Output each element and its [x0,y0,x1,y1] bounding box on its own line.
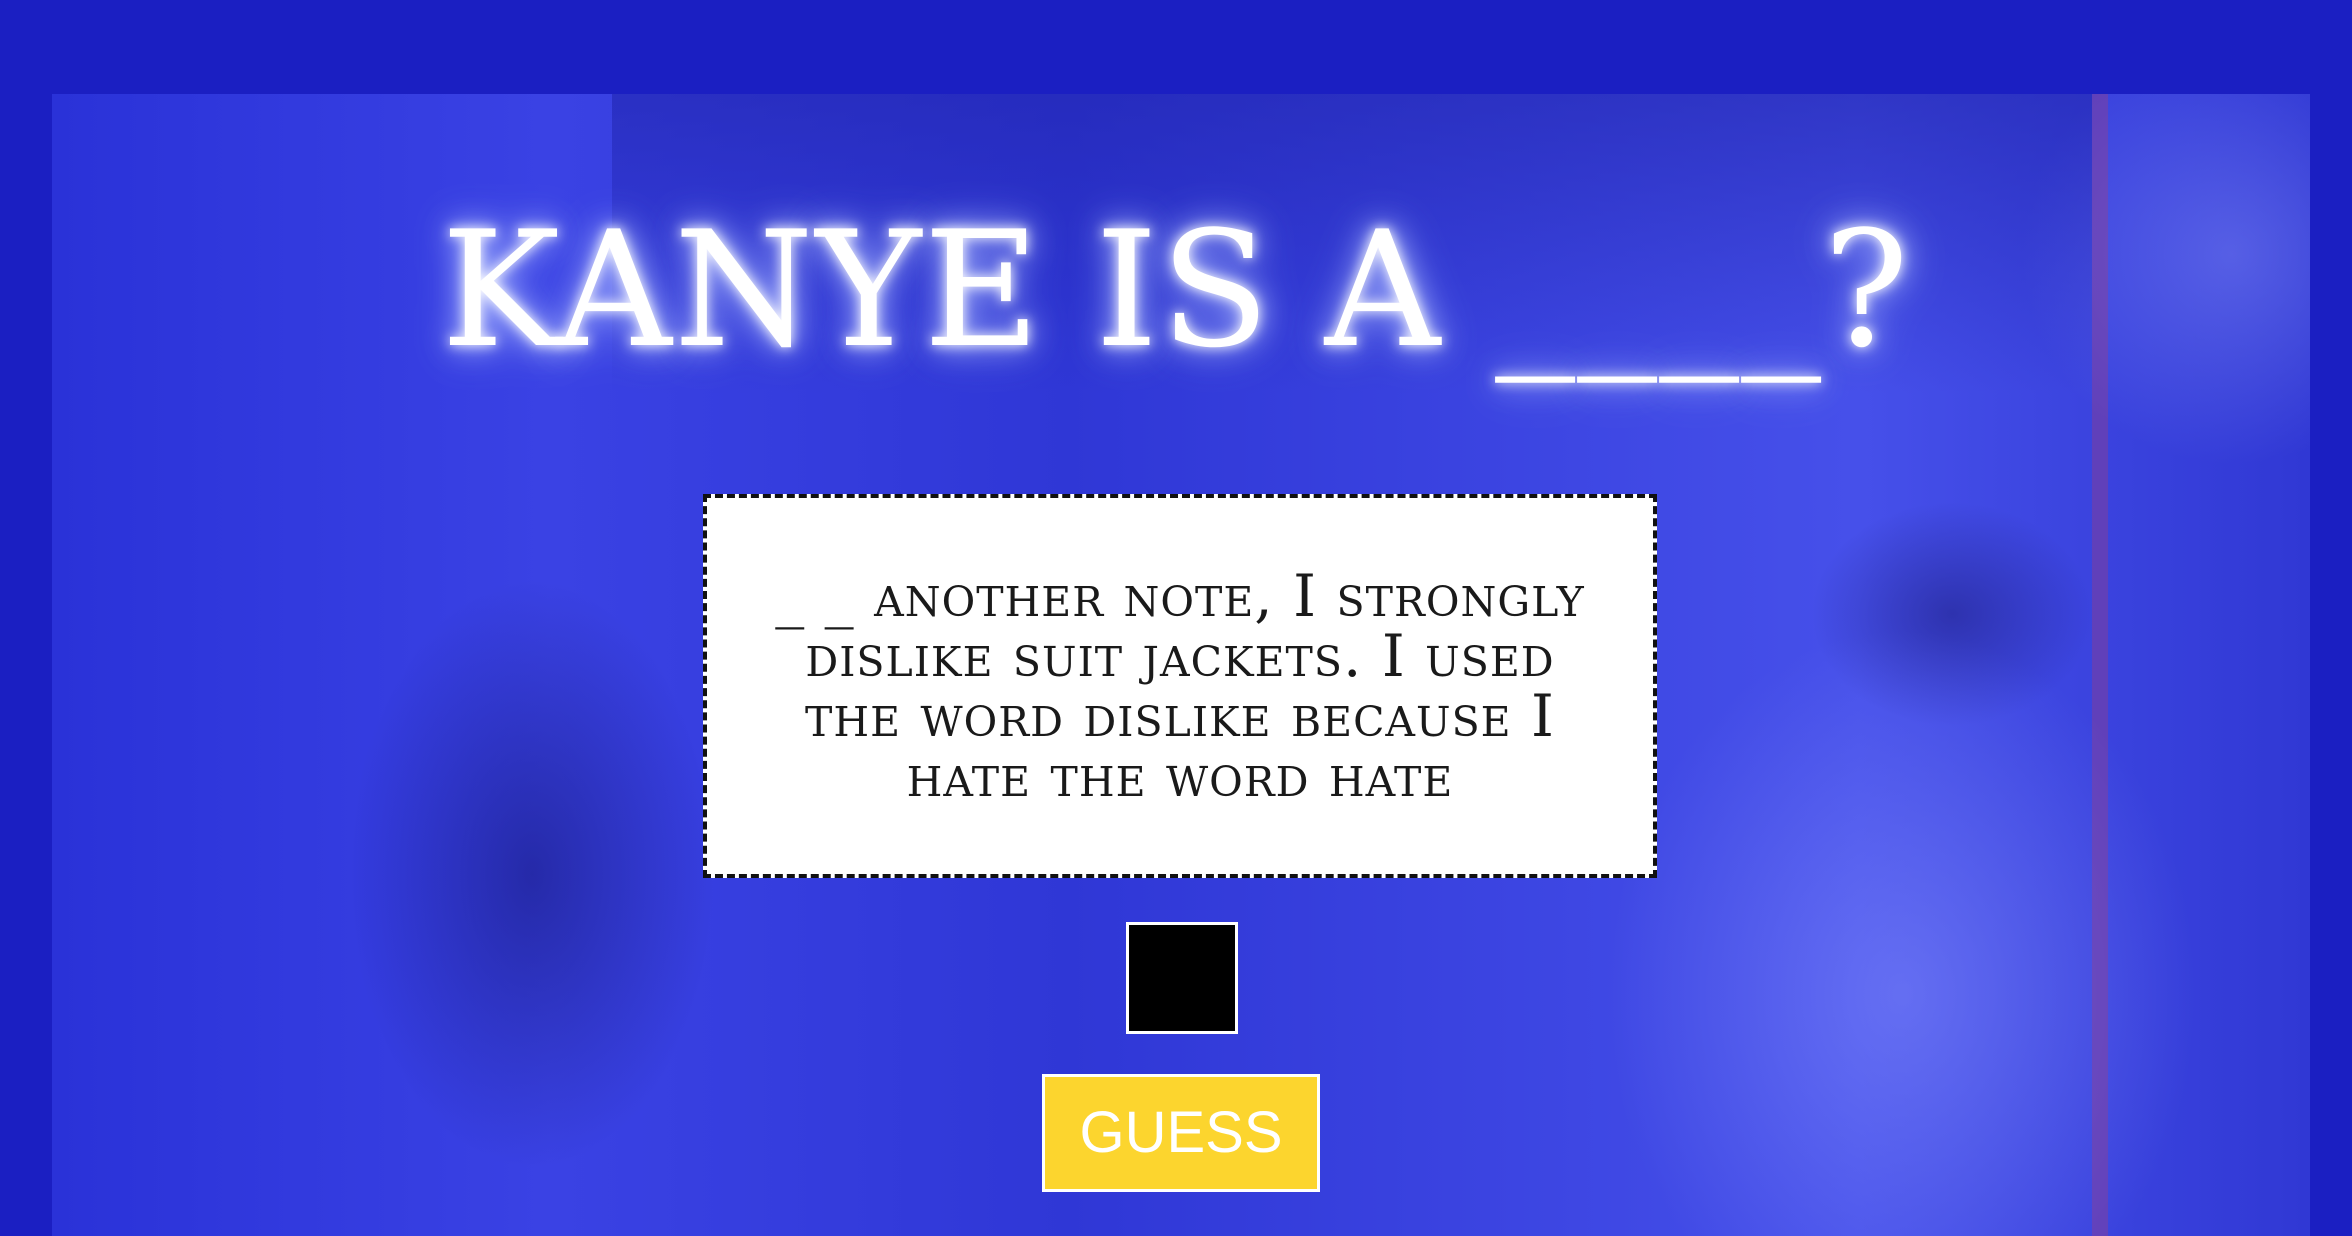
guess-button[interactable]: GUESS [1042,1074,1320,1192]
game-page: KANYE IS A ____? _ _ another note, I str… [0,0,2352,1236]
answer-input[interactable] [1126,922,1238,1034]
page-title: KANYE IS A ____? [441,196,1911,383]
quote-text: _ _ another note, I strongly dislike sui… [775,562,1585,810]
quote-card: _ _ another note, I strongly dislike sui… [703,494,1657,878]
